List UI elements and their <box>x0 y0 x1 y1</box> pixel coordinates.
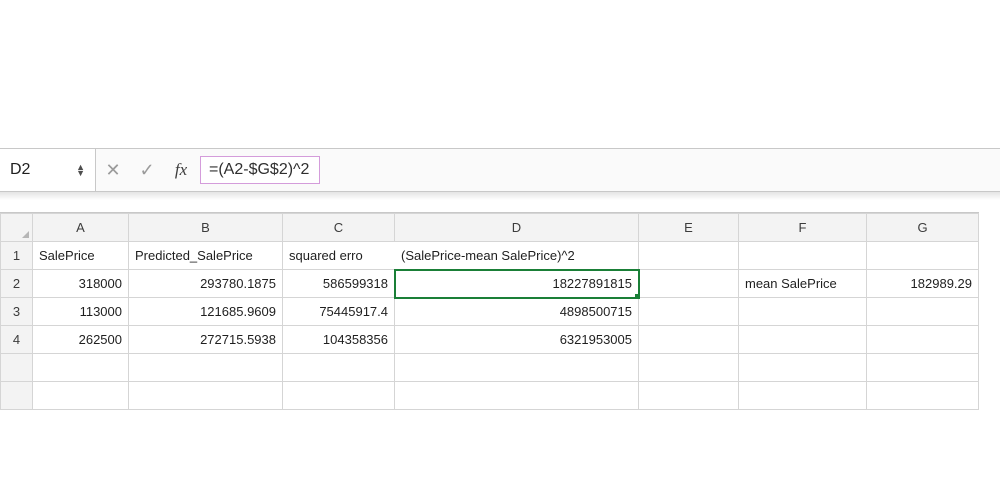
cell-D1[interactable]: (SalePrice-mean SalePrice)^2 <box>395 242 639 270</box>
column-header-row: A B C D E F G <box>1 214 979 242</box>
col-header-E[interactable]: E <box>639 214 739 242</box>
cell-E5[interactable] <box>639 354 739 382</box>
cell-G5[interactable] <box>867 354 979 382</box>
cell-F6[interactable] <box>739 382 867 410</box>
name-box[interactable]: D2 ▲ ▼ <box>0 149 96 191</box>
cell-E6[interactable] <box>639 382 739 410</box>
cell-B6[interactable] <box>129 382 283 410</box>
cell-D6[interactable] <box>395 382 639 410</box>
row-4: 4 262500 272715.5938 104358356 632195300… <box>1 326 979 354</box>
row-2: 2 318000 293780.1875 586599318 182278918… <box>1 270 979 298</box>
cell-E4[interactable] <box>639 326 739 354</box>
cell-A6[interactable] <box>33 382 129 410</box>
cell-F2[interactable]: mean SalePrice <box>739 270 867 298</box>
cell-F5[interactable] <box>739 354 867 382</box>
cell-B4[interactable]: 272715.5938 <box>129 326 283 354</box>
spreadsheet-grid: A B C D E F G 1 SalePrice Predicted_Sale… <box>0 212 979 410</box>
cell-C1[interactable]: squared erro <box>283 242 395 270</box>
row-header-3[interactable]: 3 <box>1 298 33 326</box>
cell-G6[interactable] <box>867 382 979 410</box>
cell-E3[interactable] <box>639 298 739 326</box>
cell-C3[interactable]: 75445917.4 <box>283 298 395 326</box>
cell-B1[interactable]: Predicted_SalePrice <box>129 242 283 270</box>
cell-C5[interactable] <box>283 354 395 382</box>
select-all-corner[interactable] <box>1 214 33 242</box>
cancel-formula-button[interactable]: ✕ <box>96 149 130 191</box>
cell-G4[interactable] <box>867 326 979 354</box>
cell-B3[interactable]: 121685.9609 <box>129 298 283 326</box>
row-header-6[interactable] <box>1 382 33 410</box>
check-icon: ✓ <box>139 160 154 181</box>
row-1: 1 SalePrice Predicted_SalePrice squared … <box>1 242 979 270</box>
col-header-B[interactable]: B <box>129 214 283 242</box>
name-box-stepper[interactable]: ▲ ▼ <box>76 164 85 176</box>
cell-A4[interactable]: 262500 <box>33 326 129 354</box>
cell-F3[interactable] <box>739 298 867 326</box>
row-3: 3 113000 121685.9609 75445917.4 48985007… <box>1 298 979 326</box>
cell-A1[interactable]: SalePrice <box>33 242 129 270</box>
formula-input[interactable]: =(A2-$G$2)^2 <box>200 156 320 184</box>
formula-bar: D2 ▲ ▼ ✕ ✓ fx =(A2-$G$2)^2 <box>0 148 1000 192</box>
col-header-A[interactable]: A <box>33 214 129 242</box>
formula-input-wrap: =(A2-$G$2)^2 <box>198 149 1000 191</box>
cell-F4[interactable] <box>739 326 867 354</box>
cell-B5[interactable] <box>129 354 283 382</box>
cell-A2[interactable]: 318000 <box>33 270 129 298</box>
cell-E2[interactable] <box>639 270 739 298</box>
cell-C2[interactable]: 586599318 <box>283 270 395 298</box>
cell-C4[interactable]: 104358356 <box>283 326 395 354</box>
cell-E1[interactable] <box>639 242 739 270</box>
cell-A3[interactable]: 113000 <box>33 298 129 326</box>
cell-B2[interactable]: 293780.1875 <box>129 270 283 298</box>
cell-C6[interactable] <box>283 382 395 410</box>
cell-A5[interactable] <box>33 354 129 382</box>
row-header-5[interactable] <box>1 354 33 382</box>
cell-G2[interactable]: 182989.29 <box>867 270 979 298</box>
cell-F1[interactable] <box>739 242 867 270</box>
row-6 <box>1 382 979 410</box>
cells-table: A B C D E F G 1 SalePrice Predicted_Sale… <box>0 213 979 410</box>
divider-shadow <box>0 192 1000 200</box>
chevron-down-icon: ▼ <box>76 170 85 176</box>
row-header-2[interactable]: 2 <box>1 270 33 298</box>
col-header-G[interactable]: G <box>867 214 979 242</box>
confirm-formula-button[interactable]: ✓ <box>130 149 164 191</box>
cell-D4[interactable]: 6321953005 <box>395 326 639 354</box>
cell-D5[interactable] <box>395 354 639 382</box>
col-header-D[interactable]: D <box>395 214 639 242</box>
col-header-C[interactable]: C <box>283 214 395 242</box>
close-icon: ✕ <box>105 160 120 181</box>
row-header-1[interactable]: 1 <box>1 242 33 270</box>
cell-G1[interactable] <box>867 242 979 270</box>
cell-D2[interactable]: 18227891815 <box>395 270 639 298</box>
col-header-F[interactable]: F <box>739 214 867 242</box>
cell-G3[interactable] <box>867 298 979 326</box>
name-box-value: D2 <box>10 161 30 179</box>
row-header-4[interactable]: 4 <box>1 326 33 354</box>
row-5 <box>1 354 979 382</box>
cell-D3[interactable]: 4898500715 <box>395 298 639 326</box>
fx-icon: fx <box>175 160 187 180</box>
insert-function-button[interactable]: fx <box>164 149 198 191</box>
